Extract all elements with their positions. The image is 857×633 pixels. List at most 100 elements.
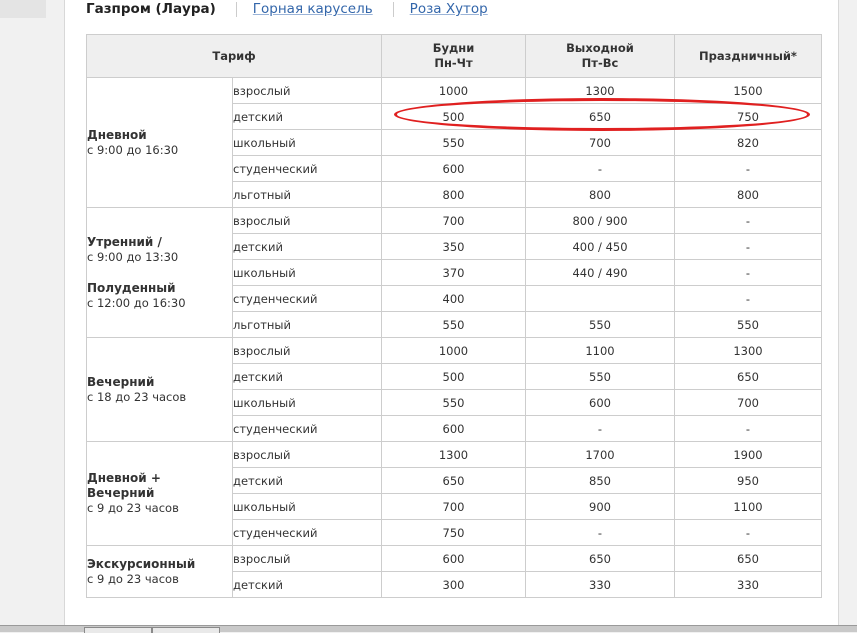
tariff-group-name: Вечерний (87, 374, 155, 389)
price-weekend: 650 (525, 545, 675, 572)
price-weekend: 330 (525, 571, 675, 598)
category-cell: льготный (232, 311, 382, 338)
header-weekdays-line2: Пн-Чт (434, 56, 473, 70)
price-holiday: - (674, 285, 822, 312)
price-weekend: - (525, 155, 675, 182)
category-cell: школьный (232, 389, 382, 416)
category-cell: взрослый (232, 77, 382, 104)
category-cell: студенческий (232, 155, 382, 182)
category-cell: школьный (232, 259, 382, 286)
price-holiday: 950 (674, 467, 822, 494)
price-weekend (525, 285, 675, 312)
tariff-group-time: с 9:00 до 13:30 (87, 249, 179, 264)
price-weekdays: 1000 (381, 337, 526, 364)
price-holiday: 820 (674, 129, 822, 156)
resort-tabs: Газпром (Лаура) Горная карусель Роза Хут… (86, 0, 488, 18)
price-weekdays: 350 (381, 233, 526, 260)
price-weekend: 400 / 450 (525, 233, 675, 260)
price-holiday: 1100 (674, 493, 822, 520)
price-weekdays: 550 (381, 129, 526, 156)
price-weekdays: 370 (381, 259, 526, 286)
price-weekdays: 1000 (381, 77, 526, 104)
price-holiday: 1500 (674, 77, 822, 104)
category-cell: студенческий (232, 519, 382, 546)
price-weekdays: 600 (381, 415, 526, 442)
price-weekdays: 700 (381, 493, 526, 520)
category-cell: льготный (232, 181, 382, 208)
price-weekend: 700 (525, 129, 675, 156)
tariff-group-cell: Вечерний с 18 до 23 часов (86, 337, 233, 442)
price-weekend: 1300 (525, 77, 675, 104)
price-weekend: 1100 (525, 337, 675, 364)
price-weekdays: 800 (381, 181, 526, 208)
category-cell: студенческий (232, 285, 382, 312)
category-cell: взрослый (232, 441, 382, 468)
header-weekdays: Будни Пн-Чт (381, 34, 526, 78)
price-holiday: 650 (674, 363, 822, 390)
price-weekend: 650 (525, 103, 675, 130)
price-weekend: 440 / 490 (525, 259, 675, 286)
category-cell: взрослый (232, 545, 382, 572)
price-weekend: 850 (525, 467, 675, 494)
price-weekdays: 600 (381, 545, 526, 572)
table-row: Вечерний с 18 до 23 часов взрослый 1000 1100… (86, 337, 822, 442)
tariff-group-cell: Экскурсионный с 9 до 23 часов (86, 545, 233, 598)
price-weekdays: 550 (381, 311, 526, 338)
tab-gazprom-laura[interactable]: Газпром (Лаура) (86, 1, 216, 17)
price-weekend: - (525, 415, 675, 442)
price-weekdays: 1300 (381, 441, 526, 468)
tariff-group-cell: Дневной с 9:00 до 16:30 (86, 77, 233, 208)
tab-roza-khutor[interactable]: Роза Хутор (410, 1, 488, 17)
price-weekend: 800 / 900 (525, 207, 675, 234)
tariff-group-name: Дневной (87, 127, 147, 142)
category-cell: детский (232, 363, 382, 390)
price-weekdays: 400 (381, 285, 526, 312)
header-tariff: Тариф (86, 34, 382, 78)
price-holiday: 750 (674, 103, 822, 130)
tariff-group-name: Дневной + Вечерний (87, 471, 161, 500)
price-weekdays: 500 (381, 363, 526, 390)
tariff-group-time: с 9 до 23 часов (87, 571, 179, 586)
category-cell: школьный (232, 129, 382, 156)
table-row: Дневной с 9:00 до 16:30 взрослый 1000 1300 15… (86, 77, 822, 208)
price-weekend: 600 (525, 389, 675, 416)
tariff-group-cell: Утренний / с 9:00 до 13:30 Полуденный с 12:… (86, 207, 233, 338)
table-header-row: Тариф Будни Пн-Чт Выходной Пт-Вс Праздни… (86, 34, 822, 78)
category-cell: студенческий (232, 415, 382, 442)
price-weekdays: 650 (381, 467, 526, 494)
header-weekdays-line1: Будни (432, 41, 475, 55)
price-holiday: 1300 (674, 337, 822, 364)
price-weekdays: 600 (381, 155, 526, 182)
header-weekend: Выходной Пт-Вс (525, 34, 675, 78)
taskbar-button[interactable] (152, 627, 220, 633)
price-holiday: - (674, 207, 822, 234)
tab-gornaya-karusel[interactable]: Горная карусель (253, 1, 373, 17)
price-weekend: 900 (525, 493, 675, 520)
category-cell: детский (232, 103, 382, 130)
taskbar-button[interactable] (84, 627, 152, 633)
group-spacer (87, 265, 232, 281)
tariff-group-cell: Дневной + Вечерний с 9 до 23 часов (86, 441, 233, 546)
tariff-group-time: с 18 до 23 часов (87, 389, 187, 404)
tab-divider (392, 1, 394, 17)
price-holiday: - (674, 519, 822, 546)
price-holiday: 700 (674, 389, 822, 416)
price-weekdays: 550 (381, 389, 526, 416)
tariff-group-name: Полуденный (87, 280, 176, 295)
table-row: Экскурсионный с 9 до 23 часов взрослый 600 6… (86, 545, 822, 598)
header-weekend-line2: Пт-Вс (581, 56, 619, 70)
table-row: Дневной + Вечерний с 9 до 23 часов взрослы… (86, 441, 822, 546)
price-holiday: 550 (674, 311, 822, 338)
price-holiday: 330 (674, 571, 822, 598)
tariff-group-time: с 9 до 23 часов (87, 501, 179, 515)
category-cell: взрослый (232, 337, 382, 364)
category-cell: школьный (232, 493, 382, 520)
price-weekdays: 700 (381, 207, 526, 234)
price-holiday: - (674, 415, 822, 442)
tariff-group-name: Утренний / (87, 234, 162, 249)
tariff-group-name: Экскурсионный (87, 556, 196, 571)
category-cell: взрослый (232, 207, 382, 234)
price-weekend: 800 (525, 181, 675, 208)
tariff-table-body: Дневной с 9:00 до 16:30 взрослый 1000 1300 15… (86, 77, 822, 598)
price-weekend: - (525, 519, 675, 546)
